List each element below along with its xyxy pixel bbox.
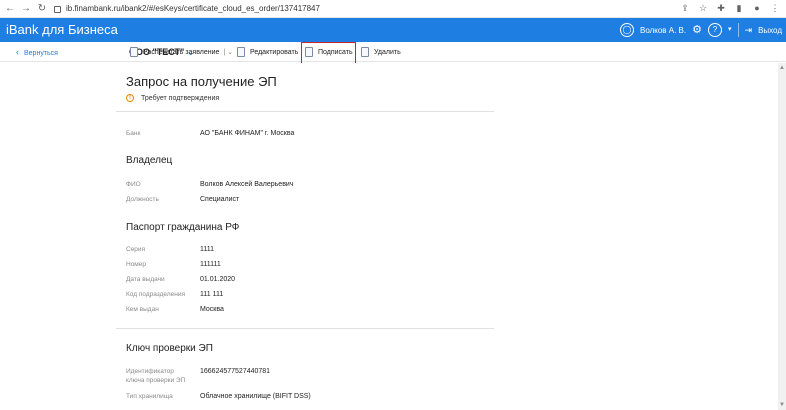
- address-bar[interactable]: ib.finambank.ru/ibank2/#/esKeys/certific…: [54, 2, 694, 16]
- print-dropdown-icon[interactable]: | ⌄: [223, 48, 233, 56]
- page-title: Запрос на получение ЭП: [126, 74, 277, 89]
- help-chevron-down-icon[interactable]: ▾: [728, 23, 732, 37]
- brand-logo-text[interactable]: iBank для Бизнеса: [6, 22, 118, 38]
- extensions-icon[interactable]: ✚: [716, 2, 726, 14]
- series-value: 1111: [200, 246, 215, 253]
- scroll-down-icon[interactable]: ▼: [778, 402, 786, 408]
- printer-icon: [130, 47, 138, 57]
- chevron-left-icon: ‹: [16, 47, 19, 57]
- owner-section-title: Владелец: [126, 155, 173, 166]
- issued-by-value: Москва: [200, 306, 224, 313]
- main-content: [0, 63, 778, 410]
- status-row: ! Требует подтверждения: [126, 94, 219, 102]
- reload-icon[interactable]: ↻: [36, 3, 48, 15]
- storage-type-value: Облачное хранилище (BIFIT DSS): [200, 393, 311, 400]
- forward-arrow-icon[interactable]: →: [20, 3, 32, 15]
- lock-icon: [54, 6, 61, 13]
- bank-value: АО "БАНК ФИНАМ" г. Москва: [200, 130, 295, 137]
- series-label: Серия: [126, 246, 146, 253]
- menu-kebab-icon[interactable]: ⋮: [770, 2, 780, 14]
- vertical-scrollbar[interactable]: ▲ ▼: [778, 63, 786, 410]
- position-value: Специалист: [200, 196, 240, 203]
- browser-toolbar: ← → ↻ ib.finambank.ru/ibank2/#/esKeys/ce…: [0, 0, 786, 18]
- key-section-title: Ключ проверки ЭП: [126, 343, 213, 354]
- sidebar-icon[interactable]: ▮: [734, 2, 744, 14]
- delete-button[interactable]: Удалить: [361, 46, 401, 58]
- warning-icon: !: [126, 94, 134, 102]
- delete-label: Удалить: [374, 48, 401, 56]
- key-id-label-line2: ключа проверки ЭП: [126, 377, 186, 384]
- print-statement-label: Распечатать заявление: [143, 48, 220, 56]
- key-id-value: 1666245775274407​81: [200, 368, 271, 375]
- logout-button[interactable]: Выход: [758, 26, 782, 35]
- fio-label: ФИО: [126, 181, 141, 188]
- issue-date-value: 01.01.2020: [200, 276, 236, 283]
- share-icon[interactable]: ⇪: [680, 2, 690, 14]
- user-avatar-icon: ◯: [619, 23, 634, 37]
- edit-label: Редактировать: [250, 48, 299, 56]
- issue-date-label: Дата выдачи: [126, 276, 165, 283]
- fio-value: Волков Алексей Валерьевич: [200, 181, 294, 188]
- help-icon[interactable]: ?: [708, 23, 722, 37]
- scroll-up-icon[interactable]: ▲: [778, 65, 786, 71]
- number-label: Номер: [126, 261, 147, 268]
- delete-icon: [361, 47, 369, 57]
- edit-button[interactable]: Редактировать: [237, 46, 298, 58]
- url-text: ib.finambank.ru/ibank2/#/esKeys/certific…: [66, 4, 320, 13]
- position-label: Должность: [126, 196, 159, 203]
- passport-section-title: Паспорт гражданина РФ: [126, 222, 240, 233]
- back-arrow-icon[interactable]: ←: [4, 3, 16, 15]
- logout-icon: ⇥: [744, 25, 753, 35]
- key-id-label-line1: Идентификатор: [126, 368, 174, 375]
- issued-by-label: Кем выдан: [126, 306, 159, 313]
- status-text: Требует подтверждения: [141, 94, 220, 102]
- profile-icon[interactable]: ●: [752, 2, 762, 14]
- divider: [116, 328, 494, 329]
- header-divider: [737, 23, 739, 37]
- settings-gear-icon[interactable]: ⚙: [692, 23, 702, 37]
- back-link[interactable]: ‹ Вернуться: [16, 46, 58, 60]
- division-code-label: Код подразделения: [126, 291, 185, 298]
- storage-type-label: Тип хранилища: [126, 393, 173, 400]
- user-name[interactable]: Волков А. В.: [640, 26, 686, 35]
- app-header: iBank для Бизнеса ◯ Волков А. В. ⚙ ? ▾ ⇥…: [0, 18, 786, 42]
- bookmark-star-icon[interactable]: ☆: [698, 2, 708, 14]
- print-statement-button[interactable]: Распечатать заявление | ⌄: [130, 46, 233, 58]
- number-value: 111111: [200, 261, 221, 268]
- bank-label: Банк: [126, 130, 141, 137]
- divider: [116, 111, 494, 112]
- back-link-label: Вернуться: [24, 50, 58, 57]
- division-code-value: 111 111: [200, 291, 224, 298]
- edit-icon: [237, 47, 245, 57]
